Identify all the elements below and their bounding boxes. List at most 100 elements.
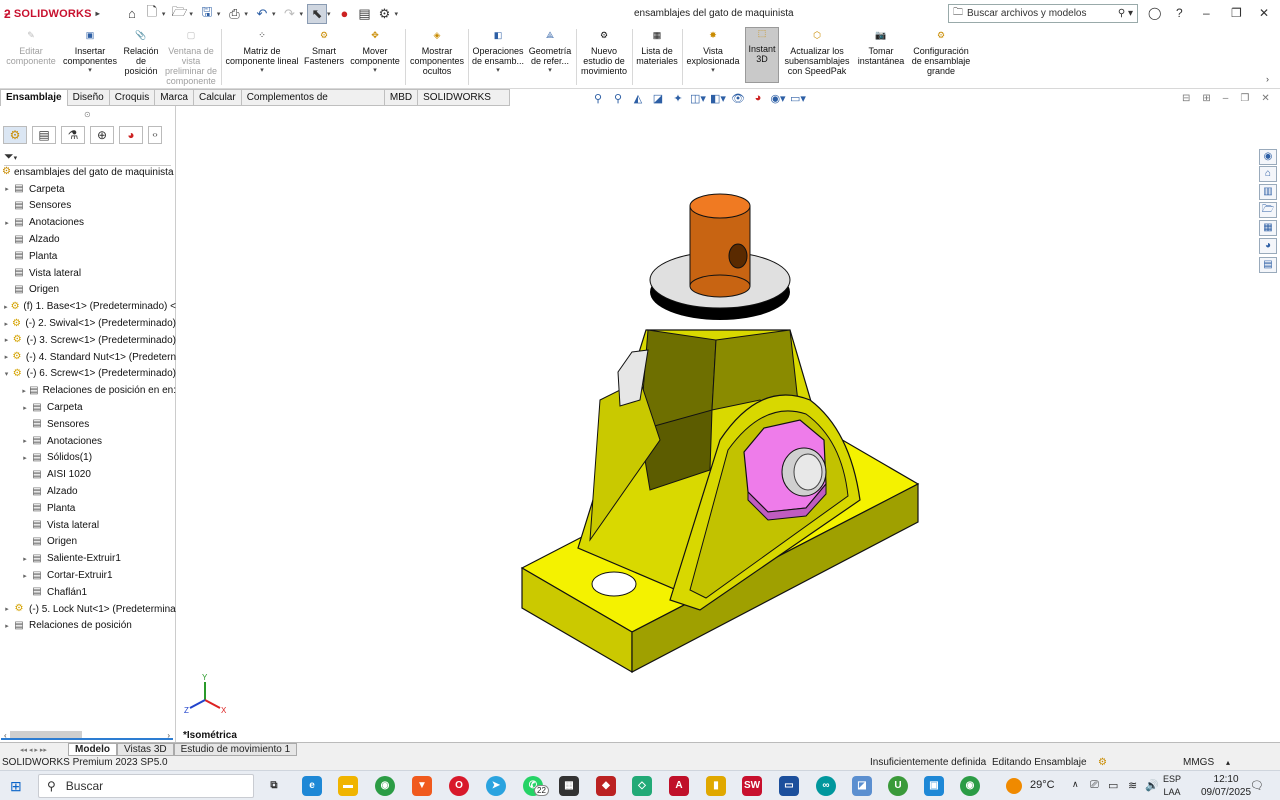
device-icon[interactable]: ⎚ <box>1090 779 1099 792</box>
task-view-icon[interactable]: ⧉ <box>264 776 284 796</box>
telegram-icon[interactable]: ➤ <box>486 776 506 796</box>
tree-item[interactable]: ▤ Sensores <box>0 198 176 215</box>
tab-scroll-arrows[interactable]: ◂◂ ◂ ▸ ▸▸ <box>0 746 68 754</box>
collapse-icon[interactable]: ⊟ <box>1182 93 1190 104</box>
chevron-down-icon[interactable]: ▾ <box>272 10 276 18</box>
tree-item[interactable]: ▸ ⚙ (-) 2. Swival<1> (Predeterminado) <box>0 315 176 332</box>
expand-arrow-icon[interactable]: ▸ <box>20 454 30 462</box>
bill-of-materials-button[interactable]: ▦ Lista de materiales <box>634 30 680 66</box>
units-status[interactable]: MMGS <box>1183 756 1214 770</box>
expand-arrow-icon[interactable]: ▸ <box>20 387 28 395</box>
tab-ensamblaje[interactable]: Ensamblaje <box>0 89 68 106</box>
design-library-icon[interactable]: ▥ <box>1259 184 1277 200</box>
tab-marca[interactable]: Marca <box>155 89 194 106</box>
tab-calcular[interactable]: Calcular <box>194 89 242 106</box>
tree-item[interactable]: ▸ ▤ Anotaciones <box>0 433 176 450</box>
large-assembly-settings-button[interactable]: ⚙ Configuración de ensamblaje grande <box>910 30 972 76</box>
chevron-down-icon[interactable]: ▾ <box>162 10 166 18</box>
hide-show-items-icon[interactable]: 👁▾ <box>730 92 746 118</box>
tab-mbd[interactable]: MBD <box>384 89 419 106</box>
expand-arrow-icon[interactable]: ▸ <box>2 336 11 344</box>
chevron-down-icon[interactable]: ▾ <box>224 66 300 76</box>
property-manager-tab[interactable]: ▤ <box>32 126 56 144</box>
expand-arrow-icon[interactable]: ▸ <box>2 320 10 328</box>
account-icon[interactable]: ◯ <box>1148 6 1161 20</box>
chevron-down-icon[interactable]: ▾ <box>471 66 525 76</box>
minimize-icon[interactable]: – <box>1223 93 1229 104</box>
expand-arrow-icon[interactable]: ▸ <box>2 219 12 227</box>
volume-icon[interactable]: 🔊 <box>1145 779 1159 792</box>
tree-item[interactable]: ▸ ⚙ (-) 5. Lock Nut<1> (Predetermina <box>0 601 176 618</box>
tree-item[interactable]: ▸ ▤ Cortar-Extruir1 <box>0 567 176 584</box>
assembly-features-button[interactable]: ◧ Operaciones de ensamb... ▾ <box>471 30 525 76</box>
tree-item[interactable]: ▸ ⚙ (-) 4. Standard Nut<1> (Predetern <box>0 349 176 366</box>
insert-components-button[interactable]: ▣ Insertar componentes ▾ <box>62 30 118 76</box>
ribbon-scroll-right-icon[interactable]: › <box>1266 74 1269 84</box>
sw-resources-icon[interactable]: ◉ <box>1259 149 1277 165</box>
chevron-down-icon[interactable]: ▾ <box>527 66 573 76</box>
tree-item[interactable]: ▾ ⚙ (-) 6. Screw<1> (Predeterminado) <box>0 366 176 383</box>
app-icon[interactable]: U <box>888 776 908 796</box>
arduino-icon[interactable]: ∞ <box>816 776 836 796</box>
new-motion-study-button[interactable]: ⚙ Nuevo estudio de movimiento <box>578 30 630 76</box>
exploded-view-button[interactable]: ✸ Vista explosionada ▾ <box>684 30 742 76</box>
graphics-area[interactable]: Y X Z <box>176 106 1280 742</box>
dimxpert-tab[interactable]: ⊕ <box>90 126 114 144</box>
app-icon[interactable]: ◪ <box>852 776 872 796</box>
file-properties-icon[interactable]: ▤ <box>354 4 374 24</box>
expand-arrow-icon[interactable]: ▸ <box>2 605 12 613</box>
app-icon[interactable]: ▮ <box>706 776 726 796</box>
chevron-down-icon[interactable]: ▾ <box>348 66 402 76</box>
expand-arrow-icon[interactable]: ▸ <box>2 353 11 361</box>
view-settings-icon[interactable]: ▭▾ <box>790 92 806 106</box>
tree-item[interactable]: ▤ Planta <box>0 248 176 265</box>
chevron-down-icon[interactable]: ▾ <box>189 10 193 18</box>
assembly-model[interactable]: Y X Z <box>176 106 1280 742</box>
close-icon[interactable]: ✕ <box>1259 6 1269 20</box>
panel-tabs-scroll[interactable]: ‹› <box>148 126 162 144</box>
tree-item[interactable]: ▤ Alzado <box>0 483 176 500</box>
move-component-button[interactable]: ✥ Mover componente ▾ <box>348 30 402 76</box>
previous-view-icon[interactable]: ◭ <box>630 92 646 106</box>
tree-item[interactable]: ▤ Alzado <box>0 231 176 248</box>
tree-item[interactable]: ▤ Sensores <box>0 416 176 433</box>
chevron-down-icon[interactable]: ▾ <box>244 10 248 18</box>
tree-item[interactable]: ▸ ▤ Relaciones de posición en en: <box>0 382 176 399</box>
tab-vistas-3d[interactable]: Vistas 3D <box>117 743 174 756</box>
chevron-down-icon[interactable]: ▾ <box>394 10 398 18</box>
tree-item[interactable]: ▸ ▤ Carpeta <box>0 399 176 416</box>
tab-modelo[interactable]: Modelo <box>68 743 117 756</box>
open-folder-icon[interactable]: 🗁 <box>169 4 189 24</box>
app-icon[interactable]: ▣ <box>924 776 944 796</box>
app-icon[interactable]: ▦ <box>559 776 579 796</box>
chevron-down-icon[interactable]: ▾ <box>217 10 221 18</box>
tree-item[interactable]: ▤ Origen <box>0 534 176 551</box>
tab-motion-study[interactable]: Estudio de movimiento 1 <box>173 743 298 756</box>
tab-diseno[interactable]: Diseño <box>67 89 110 106</box>
tree-item[interactable]: ▤ Origen <box>0 282 176 299</box>
clock[interactable]: 12:10 09/07/2025 <box>1201 773 1251 799</box>
tree-item[interactable]: ▤ AISI 1020 <box>0 466 176 483</box>
restore-icon[interactable]: ❐ <box>1240 93 1249 104</box>
search-icon[interactable]: ⚲ ▾ <box>1118 8 1133 19</box>
language-indicator[interactable]: ESP LAA <box>1163 773 1181 799</box>
cad-app-icon[interactable]: ◆ <box>596 776 616 796</box>
edit-component-button[interactable]: ✎ Editar componente <box>4 30 58 66</box>
chrome-icon[interactable]: ◉ <box>375 776 395 796</box>
expand-arrow-icon[interactable]: ▸ <box>20 572 30 580</box>
weather-icon[interactable] <box>1006 778 1022 794</box>
update-speedpak-button[interactable]: ⬡ Actualizar los subensamblajes con Speed… <box>784 30 850 76</box>
chevron-up-icon[interactable]: ∧ <box>1072 779 1079 790</box>
zoom-area-icon[interactable]: ⚲ <box>610 92 626 106</box>
chevron-up-icon[interactable]: ▴ <box>1226 756 1230 770</box>
search-input[interactable]: 🗀 Buscar archivos y modelos ⚲ ▾ <box>948 4 1138 23</box>
expand-arrow-icon[interactable]: ▸ <box>20 404 30 412</box>
print-icon[interactable]: ⎙ <box>224 4 244 24</box>
new-document-icon[interactable]: 🗋 <box>142 4 162 24</box>
edge-icon[interactable]: e <box>302 776 322 796</box>
tab-complementos[interactable]: Complementos de SOLIDWORKS <box>241 89 385 118</box>
solidworks-logo[interactable]: ƻ SOLIDWORKS ▸ <box>4 7 100 21</box>
tab-solidworks-cam[interactable]: SOLIDWORKS CAM <box>418 89 510 118</box>
view-orientation-icon[interactable]: ◫▾ <box>690 92 706 106</box>
tree-item[interactable]: ▸ ⚙ (-) 3. Screw<1> (Predeterminado) <box>0 332 176 349</box>
